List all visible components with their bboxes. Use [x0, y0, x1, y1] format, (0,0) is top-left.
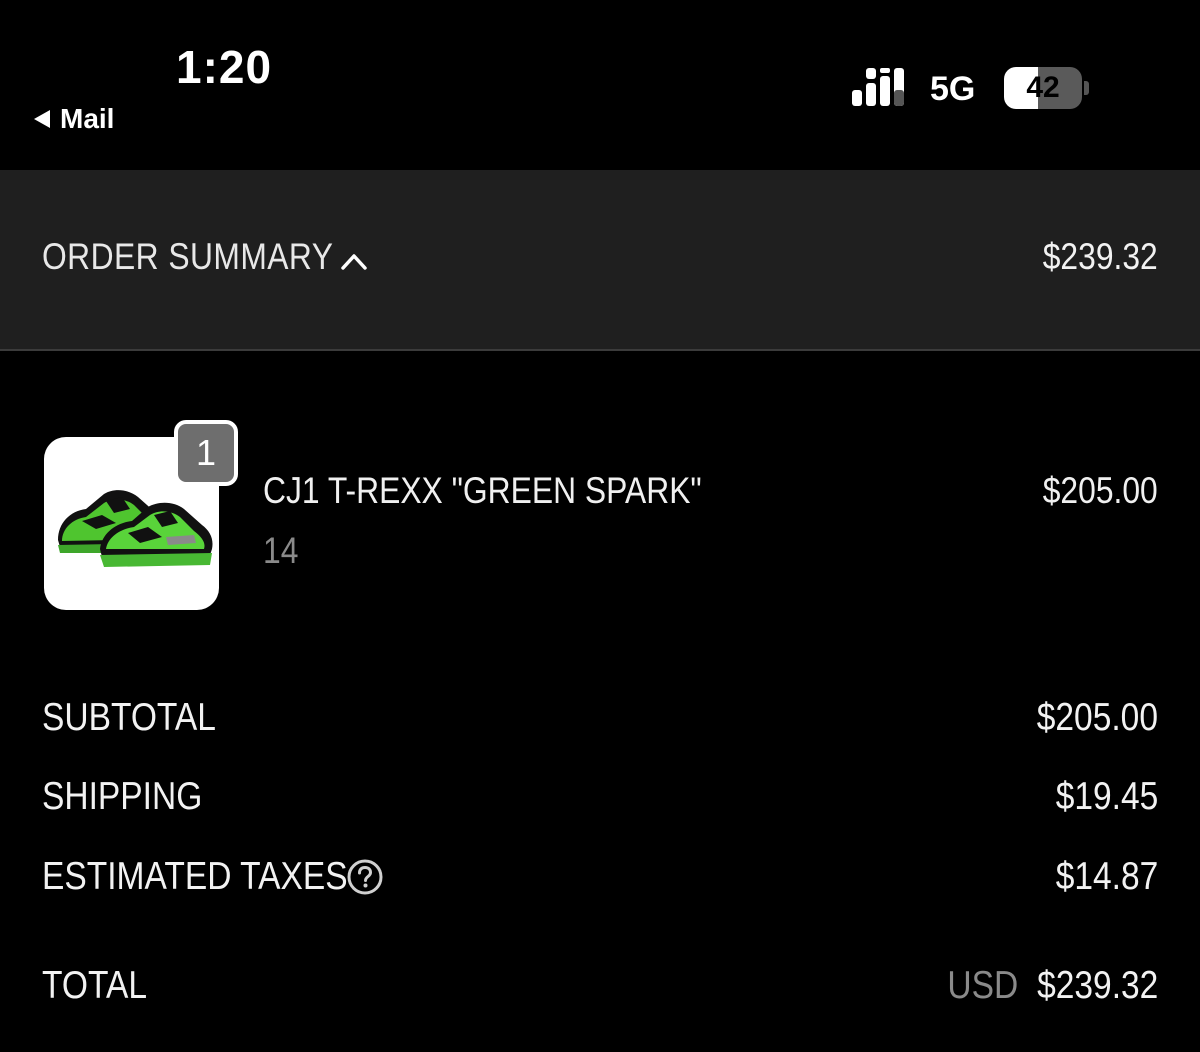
chevron-up-icon	[341, 254, 367, 270]
battery-level: 42	[1026, 71, 1060, 104]
total-value: $239.32	[1036, 964, 1158, 1007]
clock: 1:20	[176, 41, 273, 93]
total-currency: USD	[947, 964, 1018, 1007]
quantity-badge: 1	[174, 420, 238, 486]
shipping-label: SHIPPING	[42, 775, 203, 818]
order-summary-title: ORDER SUMMARY	[42, 236, 334, 277]
help-question-icon[interactable]	[346, 858, 384, 896]
battery-icon: 42	[1004, 67, 1082, 109]
shipping-value: $19.45	[1055, 775, 1158, 818]
product-price: $205.00	[1042, 470, 1158, 511]
order-summary-total: $239.32	[1042, 236, 1158, 277]
estimated-taxes-label: ESTIMATED TAXES	[42, 855, 348, 898]
back-label: Mail	[60, 103, 115, 134]
checkout-screen: 1:20 Mail 5G 42 ORDER SUMMARY $239.32 1 …	[0, 0, 1200, 1052]
total-label: TOTAL	[42, 964, 148, 1007]
product-name[interactable]: CJ1 T-REXX "GREEN SPARK"	[263, 470, 702, 512]
total-amount: USD $239.32	[947, 964, 1158, 1008]
status-bar: 1:20 Mail 5G 42	[0, 0, 1200, 170]
network-type: 5G	[930, 70, 976, 108]
subtotal-value: $205.00	[1036, 696, 1158, 739]
subtotal-label: SUBTOTAL	[42, 696, 216, 739]
order-summary-toggle[interactable]: ORDER SUMMARY $239.32	[0, 170, 1200, 351]
cellular-signal-icon	[852, 68, 904, 106]
estimated-taxes-value: $14.87	[1055, 855, 1158, 898]
back-arrow-icon	[34, 110, 50, 128]
product-size: 14	[263, 530, 299, 571]
battery-cap	[1084, 81, 1089, 95]
back-to-mail-button[interactable]: Mail	[34, 103, 114, 135]
